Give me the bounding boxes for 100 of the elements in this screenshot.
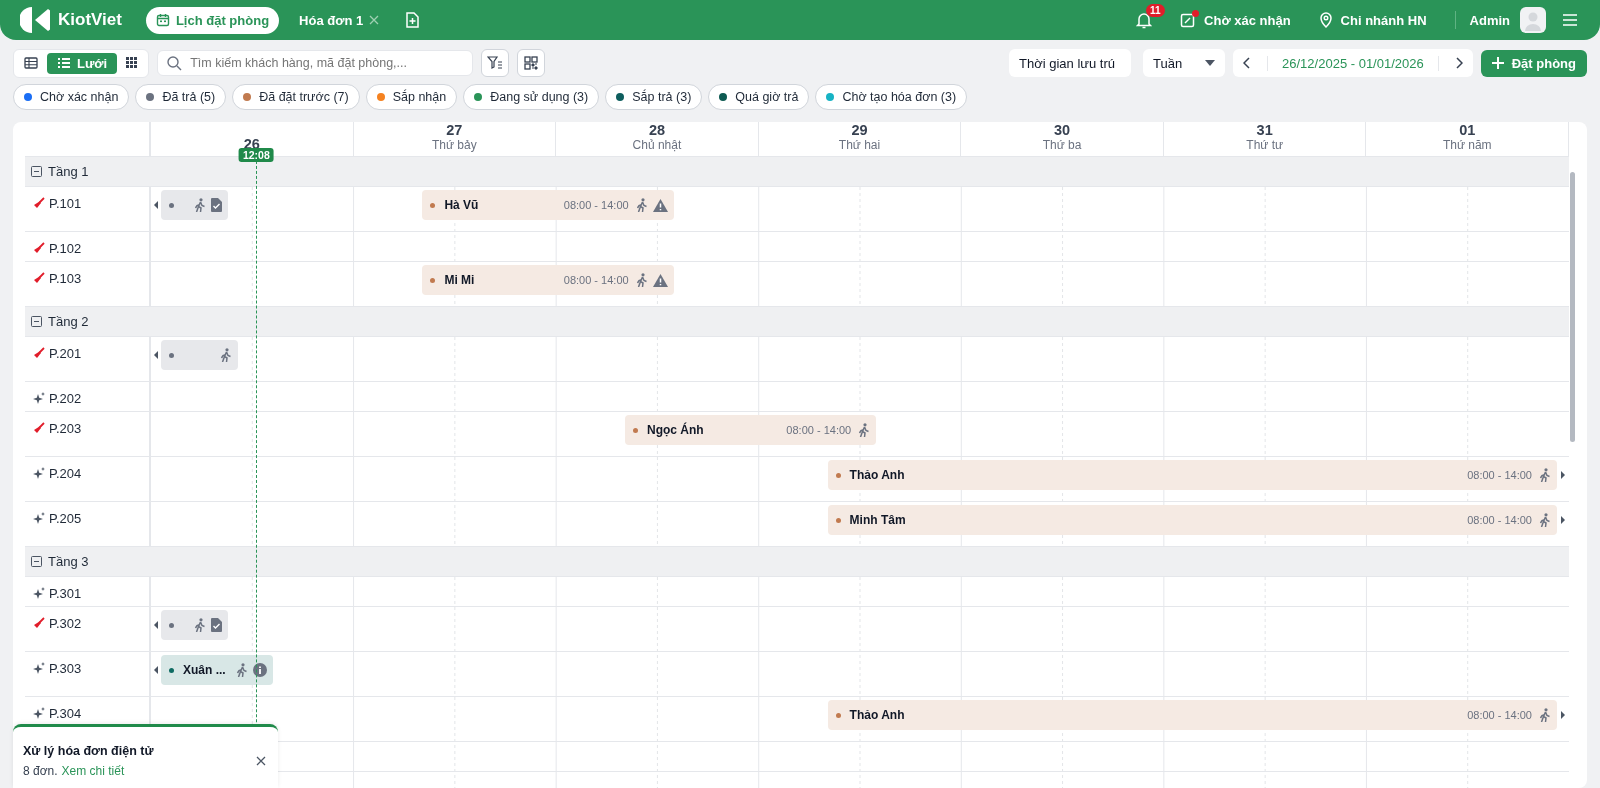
room-name: P.101 bbox=[49, 196, 82, 211]
filter-icon bbox=[487, 56, 504, 70]
status-filter-chip[interactable]: Sắp nhận bbox=[365, 84, 458, 110]
calendar-edit-icon[interactable] bbox=[1180, 12, 1197, 28]
calendar-icon bbox=[155, 13, 170, 27]
floor-name: Tầng 3 bbox=[48, 554, 89, 569]
booking-bar[interactable]: Thảo Anh 08:00 - 14:00 bbox=[827, 460, 1557, 490]
caret-icon bbox=[1205, 60, 1216, 66]
day-number: 29 bbox=[851, 122, 868, 138]
stay-time-dropdown[interactable]: Thời gian lưu trú bbox=[1009, 49, 1132, 77]
guest-name: Mi Mi bbox=[444, 273, 475, 287]
status-filter-chip[interactable]: Quá giờ trả bbox=[708, 84, 810, 110]
plus-icon bbox=[1491, 57, 1504, 69]
collapse-icon[interactable] bbox=[31, 166, 42, 177]
location-pin-icon[interactable] bbox=[1318, 12, 1333, 28]
user-name[interactable]: Admin bbox=[1469, 12, 1510, 28]
room-name: P.201 bbox=[49, 346, 82, 361]
walking-person-icon bbox=[858, 423, 871, 437]
booking-bar[interactable]: Ngọc Ánh 08:00 - 14:00 bbox=[625, 415, 877, 445]
day-number: 30 bbox=[1054, 122, 1071, 138]
filter-button[interactable] bbox=[481, 49, 510, 77]
notification-count: 11 bbox=[1146, 3, 1165, 17]
booking-time: 08:00 - 14:00 bbox=[1467, 709, 1532, 721]
avatar-icon[interactable] bbox=[1520, 7, 1546, 33]
book-room-button[interactable]: Đặt phòng bbox=[1480, 49, 1587, 77]
status-filter-chip[interactable]: Sắp trả (3) bbox=[605, 84, 703, 110]
floor-name: Tầng 1 bbox=[48, 164, 89, 179]
status-filter-chip[interactable]: Đã đặt trước (7) bbox=[232, 84, 360, 110]
room-name: P.303 bbox=[49, 661, 82, 676]
scrollbar[interactable] bbox=[1570, 172, 1575, 442]
header-tab[interactable]: Lịch đặt phòng bbox=[145, 6, 280, 34]
booking-bar[interactable]: Mi Mi 08:00 - 14:00 bbox=[422, 265, 674, 295]
room-name: P.202 bbox=[49, 391, 82, 406]
day-number: 27 bbox=[446, 122, 463, 138]
search-field[interactable]: Tìm kiếm khách hàng, mã đặt phòng,... bbox=[157, 50, 474, 76]
booking-bar[interactable] bbox=[161, 190, 228, 220]
guest-name: Ngọc Ánh bbox=[647, 423, 704, 437]
room-name: P.204 bbox=[49, 466, 82, 481]
weekday: Thứ hai bbox=[838, 138, 881, 152]
status-filter-chip[interactable]: Chờ xác nhận bbox=[13, 84, 130, 110]
room-name: P.103 bbox=[49, 271, 82, 286]
toast-title: Xử lý hóa đơn điện tử bbox=[23, 743, 155, 758]
room-name: P.304 bbox=[49, 706, 82, 721]
room-name: P.102 bbox=[49, 241, 82, 256]
booking-bar[interactable]: Thảo Anh 08:00 - 14:00 bbox=[827, 700, 1557, 730]
booking-bar[interactable]: Hà Vũ 08:00 - 14:00 bbox=[422, 190, 674, 220]
toast-message: 8 đơn. bbox=[23, 763, 58, 778]
view-button[interactable]: Lưới bbox=[47, 52, 118, 74]
qr-code-button[interactable] bbox=[517, 49, 546, 77]
weekday: Thứ ba bbox=[1042, 138, 1082, 152]
weekday: Chủ nhật bbox=[632, 138, 682, 152]
walking-person-icon bbox=[1539, 708, 1551, 722]
walking-person-icon bbox=[635, 198, 648, 212]
booking-bar[interactable]: Xuân ... bbox=[161, 655, 273, 685]
booking-time: 08:00 - 14:00 bbox=[563, 274, 629, 286]
booking-time: 08:00 - 14:00 bbox=[563, 199, 629, 211]
period-dropdown[interactable]: Tuần bbox=[1143, 49, 1226, 77]
booking-bar[interactable] bbox=[161, 340, 239, 370]
guest-name: Thảo Anh bbox=[849, 708, 905, 722]
status-filter-chip[interactable]: Đã trả (5) bbox=[135, 84, 227, 110]
status-filter-chip[interactable]: Chờ tạo hóa đơn (3) bbox=[815, 84, 968, 110]
next-icon[interactable] bbox=[1454, 57, 1463, 69]
guest-name: Thảo Anh bbox=[849, 468, 905, 482]
weekday: Thứ năm bbox=[1442, 138, 1492, 152]
header-tab[interactable]: Hóa đơn 1 bbox=[289, 6, 390, 34]
room-name: P.302 bbox=[49, 616, 82, 631]
booking-time: 08:00 - 14:00 bbox=[1467, 469, 1532, 481]
collapse-icon[interactable] bbox=[31, 316, 42, 327]
day-number: 01 bbox=[1459, 122, 1476, 138]
collapse-icon[interactable] bbox=[31, 556, 42, 567]
previous-icon[interactable] bbox=[1243, 57, 1252, 69]
qr-code-icon bbox=[524, 56, 539, 70]
current-time-badge: 12:08 bbox=[238, 148, 274, 162]
new-document-icon[interactable] bbox=[405, 12, 420, 28]
guest-name: Xuân ... bbox=[183, 663, 226, 677]
logo-text: KiotViet bbox=[58, 10, 122, 30]
room-name: P.301 bbox=[49, 586, 82, 601]
status-filter-chip[interactable]: Đang sử dụng (3) bbox=[463, 84, 600, 110]
booking-bar[interactable] bbox=[161, 610, 228, 640]
list-icon bbox=[57, 57, 71, 69]
booking-time: 08:00 - 14:00 bbox=[786, 424, 852, 436]
weekday: Thứ tư bbox=[1246, 138, 1284, 152]
view-details-link[interactable]: Xem chi tiết bbox=[61, 763, 125, 778]
date-range[interactable]: 26/12/2025 - 01/01/2026 bbox=[1267, 55, 1439, 71]
branch-selector[interactable]: Chi nhánh HN bbox=[1340, 12, 1427, 28]
booking-bar[interactable]: Minh Tâm 08:00 - 14:00 bbox=[827, 505, 1557, 535]
walking-person-icon bbox=[1539, 468, 1551, 482]
pending-link[interactable]: Chờ xác nhận bbox=[1204, 12, 1291, 28]
floor-name: Tầng 2 bbox=[48, 314, 89, 329]
close-icon[interactable] bbox=[256, 755, 266, 766]
menu-icon[interactable] bbox=[1562, 13, 1578, 27]
walking-person-icon bbox=[193, 618, 206, 632]
walking-person-icon bbox=[235, 663, 248, 677]
weekday: Thứ bảy bbox=[432, 138, 477, 152]
day-number: 28 bbox=[648, 122, 665, 138]
table-icon bbox=[24, 57, 38, 69]
day-number: 31 bbox=[1256, 122, 1273, 138]
guest-name: Minh Tâm bbox=[849, 513, 906, 527]
booking-time: 08:00 - 14:00 bbox=[1467, 514, 1532, 526]
walking-person-icon bbox=[193, 198, 206, 212]
